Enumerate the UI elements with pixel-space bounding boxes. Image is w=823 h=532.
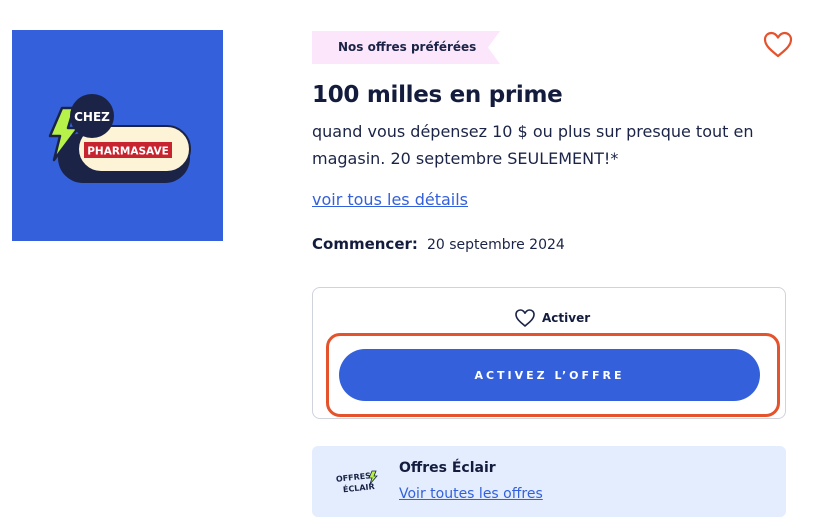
featured-badge: Nos offres préférées <box>312 31 500 64</box>
flash-offers-title: Offres Éclair <box>399 460 496 476</box>
start-date-row: Commencer: 20 septembre 2024 <box>312 234 565 253</box>
activate-card: Activer ACTIVEZ L’OFFRE <box>312 287 786 419</box>
activate-toggle[interactable]: Activer <box>514 308 590 328</box>
logo-text-pharmasave: PHARMASAVE <box>87 146 169 158</box>
favorite-heart-icon[interactable] <box>762 30 794 60</box>
flash-offers-logo: OFFRES ÉCLAIR <box>335 470 378 494</box>
start-date: 20 septembre 2024 <box>426 237 565 253</box>
flash-offers-card: OFFRES ÉCLAIR Offres Éclair Voir toutes … <box>312 446 786 517</box>
activate-toggle-label: Activer <box>542 311 591 325</box>
pharmasave-logo: CHEZ PHARMASAVE <box>48 94 191 183</box>
merchant-logo: CHEZ PHARMASAVE <box>12 30 223 241</box>
offer-description: quand vous dépensez 10 $ ou plus sur pre… <box>312 122 754 168</box>
badge-label: Nos offres préférées <box>338 40 477 54</box>
details-link[interactable]: voir tous les détails <box>312 190 468 209</box>
logo-text-chez: CHEZ <box>74 110 110 124</box>
heart-outline-icon <box>515 309 535 327</box>
start-label: Commencer: <box>312 235 418 253</box>
view-all-offers-link[interactable]: Voir toutes les offres <box>399 486 543 502</box>
offer-title: 100 milles en prime <box>312 82 563 108</box>
activate-offer-button[interactable]: ACTIVEZ L’OFFRE <box>339 349 760 401</box>
